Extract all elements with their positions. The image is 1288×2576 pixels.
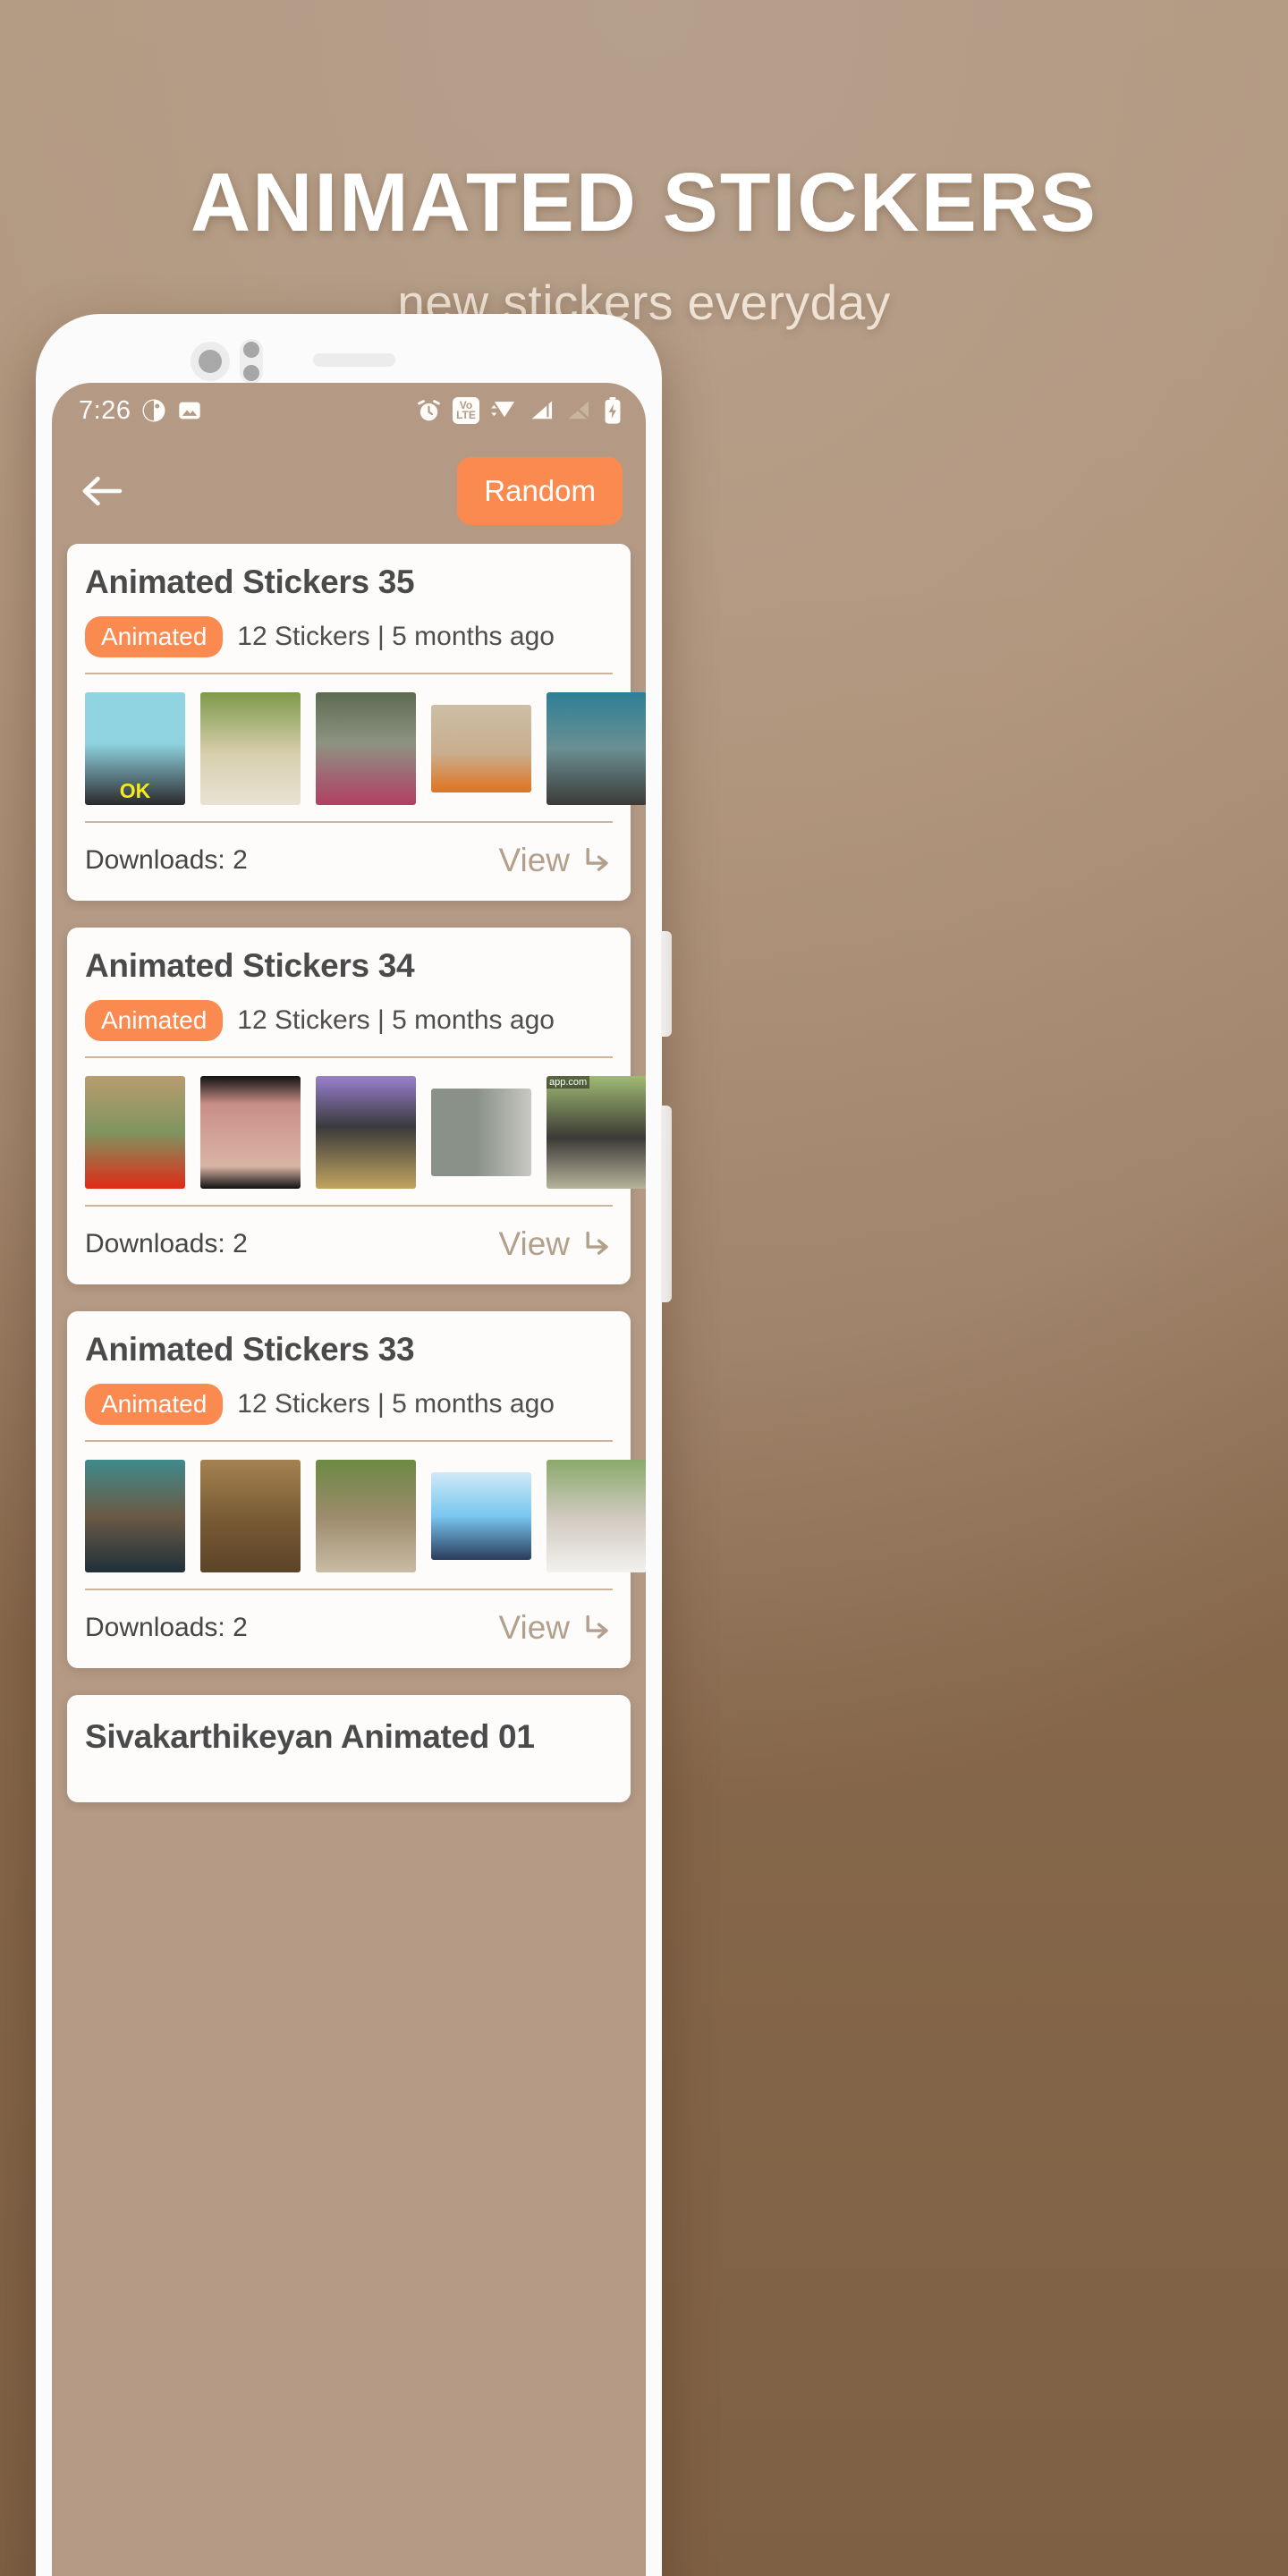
power-button[interactable]: [661, 1106, 672, 1302]
sticker-pack-card[interactable]: Sivakarthikeyan Animated 01: [67, 1695, 631, 1802]
card-meta-text: 12 Stickers | 5 months ago: [237, 622, 555, 651]
status-time: 7:26: [79, 395, 131, 425]
battery-charging-icon: [605, 396, 621, 424]
earpiece-speaker: [313, 353, 395, 367]
sticker-thumbnail[interactable]: [547, 1460, 646, 1572]
animated-badge: Animated: [85, 1384, 224, 1425]
sticker-thumbnail[interactable]: [85, 1460, 185, 1572]
card-title: Sivakarthikeyan Animated 01: [85, 1718, 535, 1755]
sticker-pack-card[interactable]: Animated Stickers 34 Animated 12 Stickers …: [67, 928, 646, 1284]
card-meta-text: 12 Stickers | 5 months ago: [237, 1389, 555, 1419]
sticker-thumbnail[interactable]: [316, 1076, 416, 1189]
sticker-thumbnail[interactable]: [200, 1076, 301, 1189]
random-button[interactable]: Random: [457, 457, 623, 525]
card-footer: Downloads: 2 View: [85, 1590, 613, 1668]
animated-badge: Animated: [85, 616, 224, 657]
phone-screen: 7:26 Vo LTE Random Animated Stickers 35 …: [52, 383, 646, 2576]
card-footer: Downloads: 2 View: [85, 823, 613, 901]
sticker-thumbnail[interactable]: [316, 692, 416, 805]
promo-title: ANIMATED STICKERS: [191, 156, 1097, 249]
sticker-thumbnail[interactable]: [431, 1089, 531, 1176]
sticker-pack-feed[interactable]: Animated Stickers 35 Animated 12 Stickers …: [52, 544, 646, 2576]
card-meta: Animated 12 Stickers | 5 months ago: [85, 1000, 613, 1058]
sticker-thumbnail[interactable]: [200, 1460, 301, 1572]
clock-widget-icon: [142, 399, 165, 422]
card-title: Animated Stickers 34: [85, 947, 415, 984]
gallery-icon: [179, 402, 201, 419]
card-title: Animated Stickers 35: [85, 564, 415, 600]
view-label: View: [498, 1225, 570, 1262]
thumbnail-watermark: app.com: [547, 1076, 590, 1089]
sticker-thumbnail[interactable]: [200, 692, 301, 805]
sticker-thumbnail[interactable]: [547, 692, 646, 805]
status-bar: 7:26 Vo LTE: [52, 383, 646, 438]
card-meta: Animated 12 Stickers | 5 months ago: [85, 1384, 613, 1442]
view-button[interactable]: View: [498, 1609, 613, 1647]
app-bar: Random: [52, 438, 646, 544]
sticker-thumbnail[interactable]: [431, 705, 531, 792]
sticker-thumbnail[interactable]: [85, 1076, 185, 1189]
volte-icon: Vo LTE: [453, 397, 479, 424]
card-meta: Animated 12 Stickers | 5 months ago: [85, 616, 613, 674]
view-label: View: [498, 842, 570, 878]
sticker-thumbnail-row[interactable]: app.com: [85, 1058, 646, 1207]
downloads-count: Downloads: 2: [85, 845, 248, 875]
view-label: View: [498, 1609, 570, 1646]
signal-icon: [531, 401, 553, 419]
arrow-corner-icon: [586, 847, 608, 871]
sticker-thumbnail[interactable]: [316, 1460, 416, 1572]
card-footer: Downloads: 2 View: [85, 1207, 613, 1284]
alarm-icon: [418, 399, 440, 420]
arrow-corner-icon: [586, 1614, 608, 1639]
phone-mockup: 7:26 Vo LTE Random Animated Stickers 35 …: [36, 314, 672, 2576]
sticker-thumbnail[interactable]: app.com: [547, 1076, 646, 1189]
sensor-pill-icon: [240, 339, 263, 384]
front-camera-icon: [191, 342, 230, 381]
card-meta-text: 12 Stickers | 5 months ago: [237, 1005, 555, 1035]
back-button[interactable]: [77, 466, 127, 516]
volume-button[interactable]: [661, 931, 672, 1037]
view-button[interactable]: View: [498, 842, 613, 879]
wifi-icon: [491, 402, 515, 418]
sticker-thumbnail[interactable]: [431, 1472, 531, 1560]
sticker-thumbnail[interactable]: OK: [85, 692, 185, 805]
sticker-pack-card[interactable]: Animated Stickers 33 Animated 12 Stickers …: [67, 1311, 646, 1668]
back-arrow-icon: [82, 476, 123, 506]
thumbnail-caption: OK: [119, 779, 151, 802]
card-title: Animated Stickers 33: [85, 1331, 415, 1368]
no-sim-icon: [567, 400, 589, 420]
downloads-count: Downloads: 2: [85, 1613, 248, 1642]
arrow-corner-icon: [586, 1231, 608, 1255]
animated-badge: Animated: [85, 1000, 224, 1041]
sticker-thumbnail-row[interactable]: OK: [85, 674, 646, 823]
view-button[interactable]: View: [498, 1225, 613, 1263]
promo-header: ANIMATED STICKERS new stickers everyday: [0, 0, 1288, 327]
sticker-pack-card[interactable]: Animated Stickers 35 Animated 12 Stickers …: [67, 544, 646, 901]
sticker-thumbnail-row[interactable]: [85, 1442, 646, 1590]
downloads-count: Downloads: 2: [85, 1229, 248, 1258]
